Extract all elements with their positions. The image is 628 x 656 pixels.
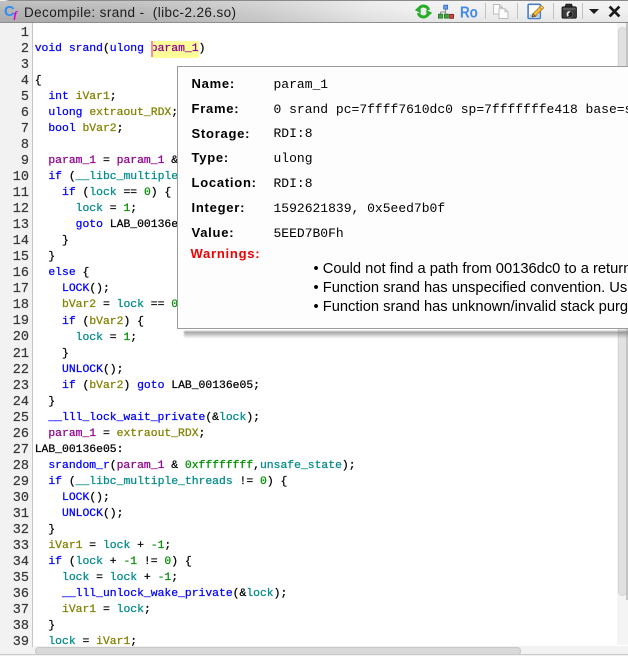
svg-text:f: f xyxy=(13,10,18,20)
